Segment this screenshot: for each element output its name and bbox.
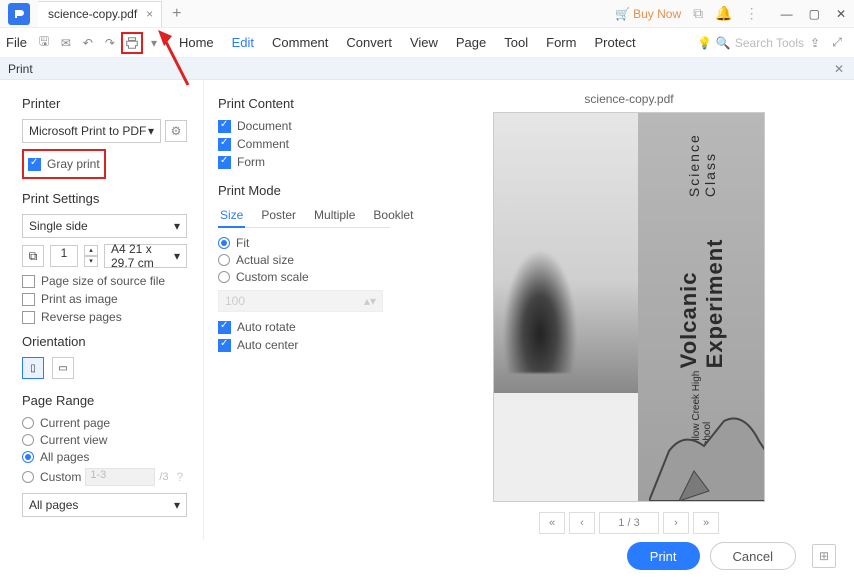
print-settings-title: Print Settings bbox=[22, 191, 187, 206]
chevron-down-icon: ▾ bbox=[174, 219, 180, 233]
gray-print-checkbox[interactable]: Gray print bbox=[28, 157, 100, 171]
checkbox-icon bbox=[28, 158, 41, 171]
menu-tool[interactable]: Tool bbox=[504, 35, 528, 50]
size-actual[interactable]: Actual size bbox=[218, 253, 390, 267]
save-icon[interactable]: 🖫 bbox=[33, 32, 55, 54]
undo-icon[interactable]: ↶ bbox=[77, 32, 99, 54]
page-indicator: 1 / 3 bbox=[599, 512, 659, 534]
notification-icon[interactable]: 🔔 bbox=[715, 5, 732, 22]
minimize-button[interactable]: — bbox=[781, 7, 793, 21]
bulb-icon[interactable]: 💡 bbox=[694, 32, 716, 54]
orientation-portrait[interactable]: ▯ bbox=[22, 357, 44, 379]
content-comment-checkbox[interactable]: Comment bbox=[218, 137, 390, 151]
pages-filter-select[interactable]: All pages▾ bbox=[22, 493, 187, 517]
tab-document[interactable]: science-copy.pdf × bbox=[38, 1, 162, 27]
buy-now-link[interactable]: 🛒 Buy Now bbox=[615, 7, 681, 21]
page-first[interactable]: « bbox=[539, 512, 565, 534]
preview-pager: « ‹ 1 / 3 › » bbox=[539, 512, 719, 534]
range-current-page[interactable]: Current page bbox=[22, 416, 187, 430]
auto-rotate-checkbox[interactable]: Auto rotate bbox=[218, 320, 390, 334]
close-tab-icon[interactable]: × bbox=[146, 7, 153, 21]
print-dialog-body: Printer Microsoft Print to PDF▾ ⚙ Gray p… bbox=[0, 80, 854, 540]
copies-input[interactable]: 1 bbox=[50, 245, 78, 267]
print-icon[interactable] bbox=[121, 32, 143, 54]
menu-items: Home Edit Comment Convert View Page Tool… bbox=[179, 35, 636, 50]
sides-select[interactable]: Single side▾ bbox=[22, 214, 187, 238]
content-document-checkbox[interactable]: Document bbox=[218, 119, 390, 133]
source-size-checkbox[interactable]: Page size of source file bbox=[22, 274, 187, 288]
mode-tabs: Size Poster Multiple Booklet bbox=[218, 206, 390, 228]
printer-settings-button[interactable]: ⚙ bbox=[165, 120, 187, 142]
external-icon[interactable]: ⤢ bbox=[826, 32, 848, 54]
menu-page[interactable]: Page bbox=[456, 35, 486, 50]
tab-label: science-copy.pdf bbox=[48, 7, 137, 21]
menu-view[interactable]: View bbox=[410, 35, 438, 50]
menu-convert[interactable]: Convert bbox=[346, 35, 392, 50]
print-as-image-checkbox[interactable]: Print as image bbox=[22, 292, 187, 306]
share-icon[interactable]: ⧉ bbox=[693, 5, 703, 22]
paper-size-select[interactable]: A4 21 x 29.7 cm▾ bbox=[104, 244, 187, 268]
close-dialog-button[interactable]: ✕ bbox=[834, 62, 844, 76]
menu-edit[interactable]: Edit bbox=[232, 35, 254, 50]
print-dialog-header: Print ✕ bbox=[0, 58, 854, 80]
range-total: /3 bbox=[159, 471, 168, 483]
reverse-pages-checkbox[interactable]: Reverse pages bbox=[22, 310, 187, 324]
app-icon bbox=[8, 3, 30, 25]
printer-select[interactable]: Microsoft Print to PDF▾ bbox=[22, 119, 161, 143]
print-preview: Science Class Volcanic Experiment Willow… bbox=[493, 112, 765, 502]
menu-form[interactable]: Form bbox=[546, 35, 576, 50]
layout-grid-button[interactable]: ⊞ bbox=[812, 544, 836, 568]
cancel-button[interactable]: Cancel bbox=[710, 542, 796, 570]
content-form-checkbox[interactable]: Form bbox=[218, 155, 390, 169]
size-custom[interactable]: Custom scale bbox=[218, 270, 390, 284]
print-mode-title: Print Mode bbox=[218, 183, 390, 198]
titlebar: science-copy.pdf × + 🛒 Buy Now ⧉ 🔔 ⋮ — ▢… bbox=[0, 0, 854, 28]
orientation-landscape[interactable]: ▭ bbox=[52, 357, 74, 379]
page-range-title: Page Range bbox=[22, 393, 187, 408]
page-prev[interactable]: ‹ bbox=[569, 512, 595, 534]
new-tab-button[interactable]: + bbox=[172, 5, 181, 23]
mail-icon[interactable]: ✉ bbox=[55, 32, 77, 54]
custom-range-input[interactable]: 1-3 bbox=[85, 468, 155, 486]
chevron-down-icon: ▾ bbox=[174, 498, 180, 512]
print-dialog-title: Print bbox=[8, 62, 33, 76]
copies-icon: ⧉ bbox=[22, 245, 44, 267]
printer-section-title: Printer bbox=[22, 96, 187, 111]
auto-center-checkbox[interactable]: Auto center bbox=[218, 338, 390, 352]
menu-comment[interactable]: Comment bbox=[272, 35, 328, 50]
dropdown-arrow-icon[interactable]: ▾ bbox=[143, 32, 165, 54]
menubar: File 🖫 ✉ ↶ ↷ ▾ Home Edit Comment Convert… bbox=[0, 28, 854, 58]
tab-multiple[interactable]: Multiple bbox=[312, 206, 357, 227]
file-menu[interactable]: File bbox=[6, 35, 27, 50]
share2-icon[interactable]: ⇪ bbox=[804, 32, 826, 54]
menu-home[interactable]: Home bbox=[179, 35, 214, 50]
print-button[interactable]: Print bbox=[627, 542, 700, 570]
chevron-down-icon: ▾ bbox=[148, 124, 154, 138]
maximize-button[interactable]: ▢ bbox=[809, 7, 820, 21]
search-tools[interactable]: 🔍 Search Tools bbox=[716, 36, 804, 50]
preview-subtitle: Science Class bbox=[686, 113, 718, 197]
redo-icon[interactable]: ↷ bbox=[99, 32, 121, 54]
orientation-title: Orientation bbox=[22, 334, 187, 349]
menu-protect[interactable]: Protect bbox=[594, 35, 635, 50]
tab-poster[interactable]: Poster bbox=[259, 206, 298, 227]
preview-filename: science-copy.pdf bbox=[584, 92, 673, 106]
zoom-input: 100▴▾ bbox=[218, 290, 383, 312]
copies-up[interactable]: ▴ bbox=[84, 245, 98, 256]
chevron-down-icon: ▾ bbox=[174, 249, 180, 263]
page-last[interactable]: » bbox=[693, 512, 719, 534]
range-custom[interactable]: Custom bbox=[22, 470, 81, 484]
print-content-title: Print Content bbox=[218, 96, 390, 111]
dialog-footer: Print Cancel ⊞ bbox=[627, 542, 836, 570]
help-icon[interactable]: ? bbox=[177, 470, 184, 484]
size-fit[interactable]: Fit bbox=[218, 236, 390, 250]
close-window-button[interactable]: ✕ bbox=[836, 7, 846, 21]
tab-size[interactable]: Size bbox=[218, 206, 245, 228]
copies-down[interactable]: ▾ bbox=[84, 256, 98, 267]
range-current-view[interactable]: Current view bbox=[22, 433, 187, 447]
more-icon[interactable]: ⋮ bbox=[745, 5, 759, 22]
range-all-pages[interactable]: All pages bbox=[22, 450, 187, 464]
preview-title: Volcanic Experiment bbox=[676, 197, 728, 368]
page-next[interactable]: › bbox=[663, 512, 689, 534]
